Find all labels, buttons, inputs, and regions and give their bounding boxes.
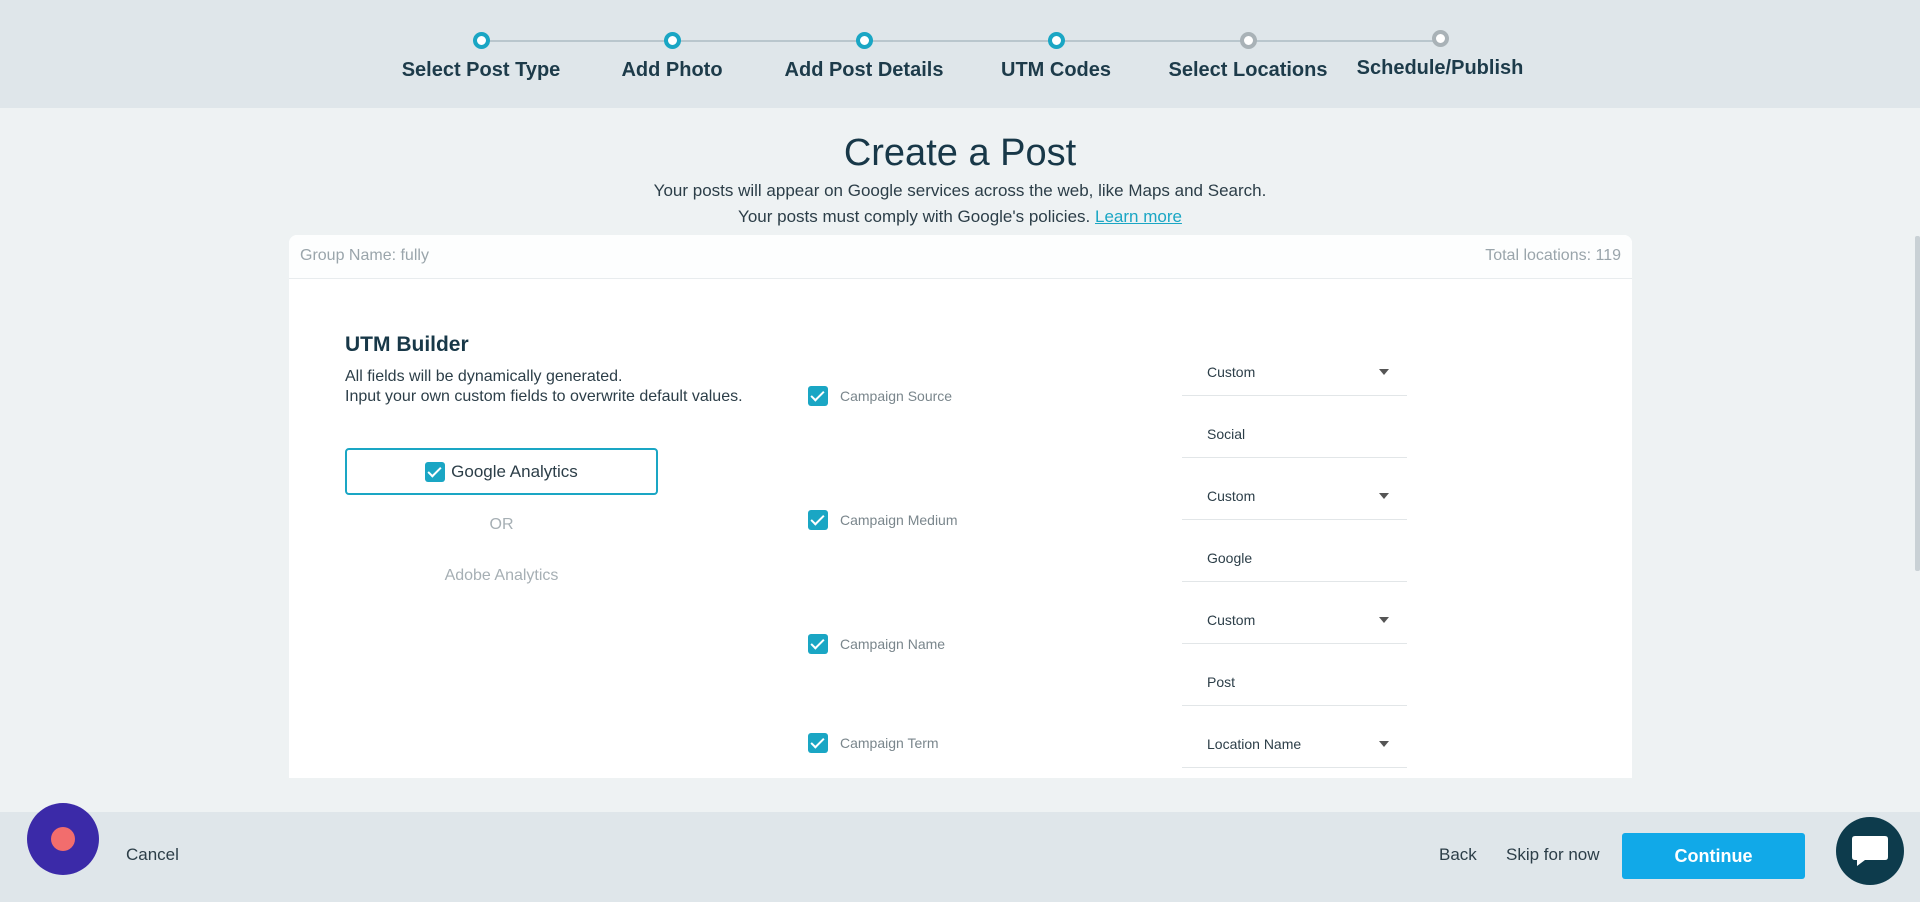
campaign-medium-input[interactable]: Google [1182,535,1407,582]
total-locations: Total locations: 119 [1485,247,1621,264]
progress-stepper: Select Post Type Add Photo Add Post Deta… [0,0,1920,108]
utm-desc-line: All fields will be dynamically generated… [345,368,623,385]
campaign-name-checkbox[interactable]: Campaign Name [808,634,945,654]
utm-builder-description: All fields will be dynamically generated… [345,367,765,407]
campaign-medium-label: Campaign Medium [840,512,958,528]
step-utm-codes: UTM Codes [956,32,1156,82]
step-schedule-publish: Schedule/Publish [1340,30,1540,80]
step-select-locations: Select Locations [1148,32,1348,82]
step-add-post-details: Add Post Details [764,32,964,82]
checkbox-checked-icon[interactable] [808,634,828,654]
checkbox-checked-icon[interactable] [808,510,828,530]
campaign-source-checkbox[interactable]: Campaign Source [808,386,952,406]
campaign-term-select[interactable]: Location Name [1182,721,1407,768]
google-analytics-label: Google Analytics [451,461,578,481]
step-indicator [663,32,681,49]
campaign-name-input[interactable]: Post [1182,659,1407,706]
campaign-medium-checkbox[interactable]: Campaign Medium [808,510,958,530]
campaign-term-checkbox[interactable]: Campaign Term [808,733,939,753]
step-indicator [855,32,873,49]
step-label: Select Locations [1168,59,1328,81]
campaign-source-input[interactable]: Social [1182,411,1407,458]
page-title: Create a Post [843,132,1077,174]
campaign-medium-select[interactable]: Custom [1182,473,1407,520]
checkbox-checked-icon[interactable] [808,733,828,753]
select-value: Custom [1207,612,1256,628]
campaign-name-select[interactable]: Custom [1182,597,1407,644]
step-indicator [1239,32,1257,49]
back-button[interactable]: Back [1439,845,1477,865]
or-divider: OR [489,516,514,533]
step-label: Select Post Type [401,59,561,81]
chevron-down-icon [1379,493,1389,499]
page-scrollbar[interactable] [1915,236,1920,571]
step-label: Add Photo [621,59,723,81]
chat-button[interactable] [1836,817,1904,885]
policy-text: Your posts must comply with Google's pol… [738,207,1091,226]
step-add-photo: Add Photo [572,32,772,82]
step-label: Add Post Details [784,59,944,81]
chevron-down-icon [1379,369,1389,375]
skip-for-now-button[interactable]: Skip for now [1506,845,1600,865]
continue-button[interactable]: Continue [1622,833,1805,879]
utm-desc-line: Input your own custom fields to overwrit… [345,388,743,405]
google-analytics-option[interactable]: Google Analytics [345,448,658,495]
chat-bubble-icon [1852,836,1888,866]
utm-builder-title: UTM Builder [345,333,469,356]
step-label: UTM Codes [1001,59,1111,81]
launcher-dot-icon [51,827,75,851]
select-value: Location Name [1207,736,1302,752]
campaign-source-select[interactable]: Custom [1182,349,1407,396]
step-select-post-type: Select Post Type [381,32,581,82]
campaign-term-label: Campaign Term [840,735,939,751]
policy-note: Your posts must comply with Google's pol… [0,207,1920,227]
step-indicator [472,32,490,49]
learn-more-link[interactable]: Learn more [1095,207,1182,226]
select-value: Custom [1207,488,1256,504]
chevron-down-icon [1379,617,1389,623]
step-label: Schedule/Publish [1356,57,1524,79]
adobe-analytics-option[interactable]: Adobe Analytics [345,567,658,585]
checkbox-checked-icon[interactable] [425,461,446,482]
campaign-source-label: Campaign Source [840,388,953,404]
group-name: Group Name: fully [300,247,429,264]
page-subtitle: Your posts will appear on Google service… [653,181,1267,200]
assistant-launcher-button[interactable] [27,803,99,875]
card-header: Group Name: fully Total locations: 119 [289,235,1632,279]
chevron-down-icon [1379,741,1389,747]
step-indicator [1431,30,1449,47]
utm-card: Group Name: fully Total locations: 119 U… [289,235,1632,778]
step-indicator [1047,32,1065,49]
select-value: Custom [1207,364,1256,380]
campaign-name-label: Campaign Name [840,636,946,652]
checkbox-checked-icon[interactable] [808,386,828,406]
cancel-button[interactable]: Cancel [126,845,179,865]
